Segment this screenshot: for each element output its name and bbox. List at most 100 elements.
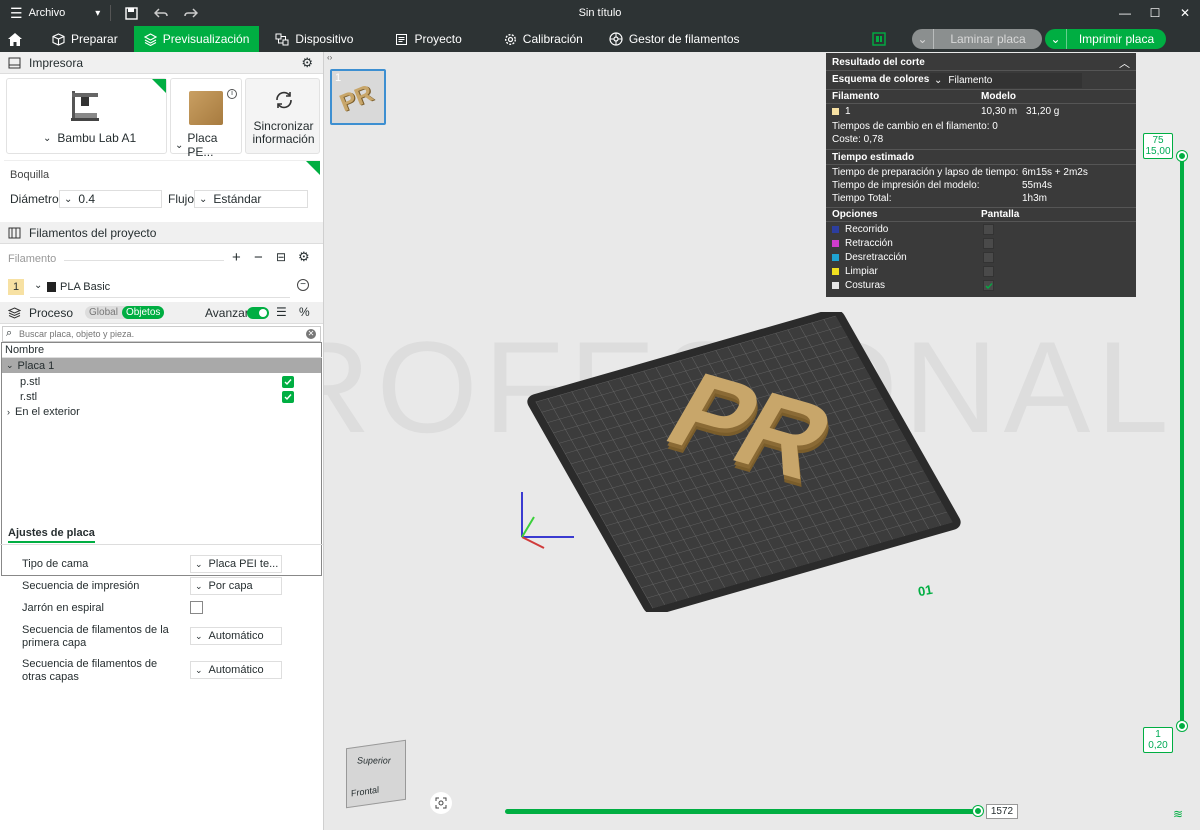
collapse-icon[interactable]: ︿ [1119, 55, 1130, 71]
spiral-vase-checkbox[interactable] [190, 601, 203, 614]
tree-plate-row[interactable]: ⌄ Placa 1 [2, 358, 321, 373]
tab-preview-label: Previsualización [162, 32, 250, 46]
printer-model-card[interactable]: ⌄ Bambu Lab A1 [6, 78, 167, 154]
other-layers-seq-select[interactable]: ⌄ Automático [190, 661, 282, 679]
other-layers-seq-label-1: Secuencia de filamentos de [22, 658, 158, 670]
view-cube[interactable]: Superior Frontal [346, 739, 406, 809]
flow-select[interactable]: ⌄ Estándar [194, 190, 308, 208]
remove-filament-icon[interactable]: − [254, 249, 263, 266]
diameter-select[interactable]: ⌄ 0.4 [59, 190, 162, 208]
close-icon[interactable]: ✕ [1170, 0, 1200, 26]
info-icon[interactable]: i [227, 89, 237, 99]
tab-calibration[interactable]: Calibración [494, 26, 593, 52]
other-layers-seq-label-2: otras capas [22, 671, 79, 683]
view-cube-top-label[interactable]: Superior [356, 755, 391, 765]
chevron-down-icon[interactable]: ⌄ [6, 360, 14, 371]
chevron-down-icon[interactable]: ▾ [95, 8, 100, 19]
chevron-down-icon[interactable]: ⌄ [1045, 29, 1067, 49]
tab-device[interactable]: Dispositivo [265, 26, 363, 52]
layer-slider-bottom-handle[interactable] [1177, 721, 1187, 731]
undo-icon[interactable] [151, 3, 171, 23]
option-checkbox[interactable] [983, 252, 994, 263]
bed-type-select[interactable]: ⌄ Placa PEI te... [190, 555, 282, 573]
option-row: Recorrido [832, 224, 888, 235]
tab-prepare[interactable]: Preparar [42, 26, 128, 52]
fit-view-button[interactable] [430, 792, 452, 814]
objects-toggle-option[interactable]: Objetos [121, 306, 165, 319]
printer-model-select[interactable]: ⌄ Bambu Lab A1 [43, 131, 136, 145]
clear-search-icon[interactable]: ✕ [306, 329, 316, 339]
slice-plate-button[interactable]: ⌄ Laminar placa [912, 29, 1042, 49]
view-cube-front-label[interactable]: Frontal [351, 785, 379, 799]
filament-sync-icon[interactable]: ⊟ [276, 250, 286, 264]
search-input[interactable] [19, 328, 299, 340]
option-name: Recorrido [845, 224, 889, 235]
print-plate-label: Imprimir placa [1078, 32, 1155, 46]
device-status-icon[interactable] [872, 32, 886, 49]
global-objects-toggle[interactable]: Global Objetos [85, 306, 165, 319]
layers-toggle-icon[interactable]: ≋ [1173, 807, 1183, 821]
chevron-right-icon[interactable]: › [7, 407, 10, 417]
filament-remove-icon[interactable]: − [297, 279, 309, 291]
plate-settings-tab[interactable]: Ajustes de placa [8, 527, 95, 543]
nozzle-label: Boquilla [10, 169, 50, 181]
move-slider-handle[interactable] [973, 806, 983, 816]
object-visible-checkbox[interactable] [282, 376, 294, 388]
print-sequence-select[interactable]: ⌄ Por capa [190, 577, 282, 595]
hamburger-icon[interactable]: ☰ [10, 5, 23, 22]
filament-brand-icon [47, 282, 56, 292]
save-icon[interactable] [121, 3, 141, 23]
option-checkbox[interactable] [983, 266, 994, 277]
redo-icon[interactable] [181, 3, 201, 23]
settings-icon[interactable]: ⚙ [301, 55, 313, 71]
plate-thumbnail[interactable]: 1 PR [330, 69, 386, 125]
print-plate-button[interactable]: ⌄ Imprimir placa [1045, 29, 1166, 49]
move-slider-track[interactable] [505, 809, 979, 814]
maximize-icon[interactable]: ☐ [1140, 0, 1170, 26]
layer-slider-track[interactable] [1180, 155, 1184, 727]
filament-row[interactable]: 1 ⌄ PLA Basic − [0, 276, 323, 298]
file-menu-label[interactable]: Archivo [29, 7, 66, 19]
option-checkbox[interactable] [983, 238, 994, 249]
color-scheme-select[interactable]: ⌄ Filamento [930, 73, 1082, 88]
advanced-toggle[interactable] [247, 307, 269, 319]
home-icon[interactable] [0, 26, 30, 52]
plate-thumbnail-number: 1 [335, 72, 342, 84]
tab-project[interactable]: Proyecto [385, 26, 471, 52]
minimize-icon[interactable]: — [1110, 0, 1140, 26]
search-box[interactable]: ⌕ ✕ [2, 326, 321, 342]
tree-object-row[interactable]: r.stl [4, 389, 324, 404]
filament-col-label: Filamento [8, 253, 57, 265]
tab-filament-manager[interactable]: Gestor de filamentos [599, 26, 750, 52]
nozzle-section: Boquilla Diámetro ⌄ 0.4 Flujo ⌄ Estándar [4, 160, 320, 220]
device-icon [275, 33, 289, 45]
tab-preview[interactable]: Previsualización [133, 26, 260, 52]
chevron-down-icon[interactable]: ⌄ [912, 29, 934, 49]
divider [826, 149, 1136, 150]
tree-object-row[interactable]: p.stl [4, 374, 324, 389]
option-checkbox[interactable] [983, 280, 994, 291]
sync-info-button[interactable]: Sincronizar información [245, 78, 320, 154]
object-visible-checkbox[interactable] [282, 391, 294, 403]
left-sidebar: Impresora ⚙ ⌄ Bambu Lab A1 i ⌄ Placa PE.… [0, 52, 324, 830]
object-name: r.stl [20, 390, 38, 403]
title-bar: ☰ Archivo ▾ Sin título — ☐ ✕ [0, 0, 1200, 26]
list-icon[interactable]: ☰ [276, 305, 287, 319]
global-toggle-option[interactable]: Global [85, 306, 122, 319]
file-menu[interactable]: ☰ Archivo ▾ [0, 5, 100, 22]
collapse-sidebar-icon[interactable]: ‹› [327, 53, 332, 62]
tree-outside-row[interactable]: › En el exterior [4, 404, 324, 419]
option-checkbox[interactable] [983, 224, 994, 235]
filaments-section-title: Filamentos del proyecto [29, 225, 157, 240]
add-filament-icon[interactable]: + [232, 249, 241, 266]
sync-info-label: Sincronizar información [252, 119, 315, 146]
chevron-down-icon[interactable]: ⌄ [34, 280, 42, 291]
layer-slider-top-handle[interactable] [1177, 151, 1187, 161]
plate-type-card[interactable]: i ⌄ Placa PE... [170, 78, 242, 159]
plate-type-select[interactable]: ⌄ Placa PE... [175, 131, 241, 159]
option-name: Costuras [845, 280, 886, 291]
percent-icon[interactable]: % [299, 305, 310, 319]
model-time-value: 55m4s [1022, 180, 1053, 191]
first-layer-seq-select[interactable]: ⌄ Automático [190, 627, 282, 645]
filament-settings-icon[interactable]: ⚙ [298, 249, 310, 265]
